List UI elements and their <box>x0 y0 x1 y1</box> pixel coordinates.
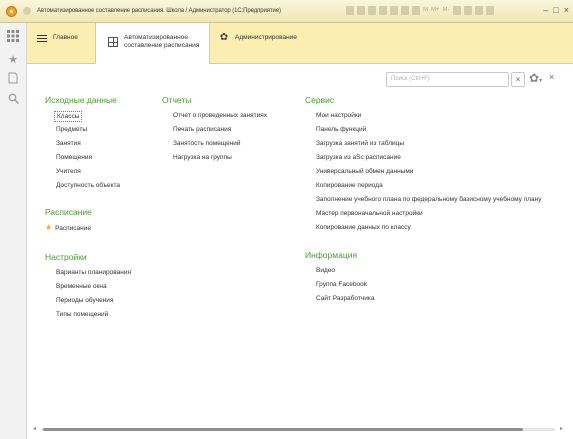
form-settings-gear-icon[interactable]: ✿▾ <box>529 71 542 85</box>
calendar-icon[interactable] <box>463 6 472 15</box>
horizontal-scrollbar[interactable]: ◂ ▸ <box>33 425 563 433</box>
link-object-availability[interactable]: Доступность объекта <box>56 182 120 189</box>
print-icon[interactable] <box>390 6 398 15</box>
window-menu-icon[interactable] <box>23 7 31 15</box>
copy-icon[interactable] <box>412 6 420 15</box>
calendar-icon[interactable] <box>346 6 354 15</box>
link-room-occupancy[interactable]: Занятость помещений <box>173 140 241 147</box>
sections-panel: Главное Автоматизированное составление ра… <box>27 23 573 65</box>
search-clear-button[interactable]: × <box>511 72 525 87</box>
link-setup-wizard[interactable]: Мастер первоначальной настройки <box>316 210 423 217</box>
link-copy-period[interactable]: Копирование периода <box>316 182 383 189</box>
link-fill-curriculum[interactable]: Заполнение учебного плана по федеральном… <box>316 196 566 203</box>
group-title-source-data: Исходные данные <box>45 95 117 105</box>
form-close-button[interactable]: × <box>549 72 554 82</box>
minimize-button[interactable]: – <box>543 5 548 16</box>
gear-icon: ✿ <box>219 32 229 43</box>
memory-minus-button[interactable]: M- <box>443 6 450 15</box>
link-report-lessons[interactable]: Отчет о проведенных занятиях <box>173 112 267 119</box>
window-controls: – □ × <box>543 5 569 16</box>
search-input[interactable]: Поиск (Ctrl+F) <box>386 72 509 87</box>
save-icon[interactable] <box>401 6 409 15</box>
scroll-left-icon[interactable]: ◂ <box>33 425 36 432</box>
tab-main[interactable]: Главное <box>37 23 95 64</box>
group-title-info: Информация <box>305 250 358 260</box>
link-rooms[interactable]: Помещения <box>56 154 92 161</box>
chevron-down-icon[interactable] <box>485 6 494 15</box>
window-title: Автоматизированное составление расписани… <box>37 8 281 14</box>
link-developer-site[interactable]: Сайт Разработчика <box>316 295 374 302</box>
link-room-types[interactable]: Типы помещений <box>56 311 108 318</box>
group-title-service: Сервис <box>305 95 335 105</box>
scrollbar-thumb[interactable] <box>43 428 523 431</box>
memory-button[interactable]: M <box>423 6 428 15</box>
favorites-star-icon[interactable]: ★ <box>6 53 20 67</box>
calculator-icon[interactable] <box>452 6 461 15</box>
link-load-from-asc[interactable]: Загрузка из aSc расписание <box>316 154 401 161</box>
tab-schedule[interactable]: Автоматизированное составление расписания <box>95 23 210 65</box>
tab-label: Автоматизированное составление расписания <box>124 34 200 49</box>
history-icon[interactable] <box>368 6 376 15</box>
link-load-from-table[interactable]: Загрузка занятий из таблицы <box>316 140 404 147</box>
link-functions-panel[interactable]: Панель функций <box>316 126 366 133</box>
favorite-star-icon: ★ <box>45 223 53 232</box>
favorites-icon[interactable] <box>379 6 387 15</box>
close-button[interactable]: × <box>564 5 569 16</box>
link-universal-exchange[interactable]: Универсальный обмен данными <box>316 168 413 175</box>
link-classes[interactable]: Классы <box>54 111 83 122</box>
link-print-schedule[interactable]: Печать расписания <box>173 126 231 133</box>
group-title-schedule: Расписание <box>45 207 92 217</box>
group-title-reports: Отчеты <box>162 95 192 105</box>
menu-icon <box>37 35 47 42</box>
tab-administration[interactable]: ✿ Администрирование <box>219 23 329 64</box>
link-group-load[interactable]: Нагрузка на группы <box>173 154 232 161</box>
link-time-windows[interactable]: Временные окна <box>56 283 107 290</box>
link-lessons[interactable]: Занятия <box>56 140 81 147</box>
group-title-settings: Настройки <box>45 252 87 262</box>
tab-label: Администрирование <box>235 34 297 41</box>
form-content: Поиск (Ctrl+F) × ✿▾ × Исходные данные Кл… <box>27 64 573 439</box>
grid-icon <box>108 37 118 47</box>
left-toolbar: ★ <box>0 23 27 439</box>
link-schedule[interactable]: ★ Расписание <box>45 223 91 232</box>
memory-plus-button[interactable]: M+ <box>431 6 440 15</box>
tab-label: Главное <box>53 34 78 41</box>
link-subjects[interactable]: Предметы <box>56 126 87 133</box>
link-study-periods[interactable]: Периоды обучения <box>56 297 113 304</box>
info-icon[interactable] <box>474 6 483 15</box>
search-placeholder: Поиск (Ctrl+F) <box>391 76 430 82</box>
link-video[interactable]: Видео <box>316 267 335 274</box>
restore-button[interactable]: □ <box>553 5 558 16</box>
link-facebook-group[interactable]: Группа Facebook <box>316 281 367 288</box>
history-icon[interactable] <box>6 72 20 86</box>
link-icon[interactable] <box>357 6 365 15</box>
link-my-settings[interactable]: Мои настройки <box>316 112 361 119</box>
apps-grid-icon[interactable] <box>6 30 20 44</box>
link-planning-variants[interactable]: Варианты планирования <box>56 269 131 276</box>
title-toolbar: M M+ M- <box>346 6 494 15</box>
title-bar: Автоматизированное составление расписани… <box>0 0 573 23</box>
scroll-right-icon[interactable]: ▸ <box>560 425 563 432</box>
app-logo-icon[interactable] <box>6 5 17 17</box>
link-teachers[interactable]: Учителя <box>56 168 81 175</box>
search-icon[interactable] <box>6 93 20 107</box>
link-copy-class-data[interactable]: Копирование данных по классу <box>316 224 411 231</box>
